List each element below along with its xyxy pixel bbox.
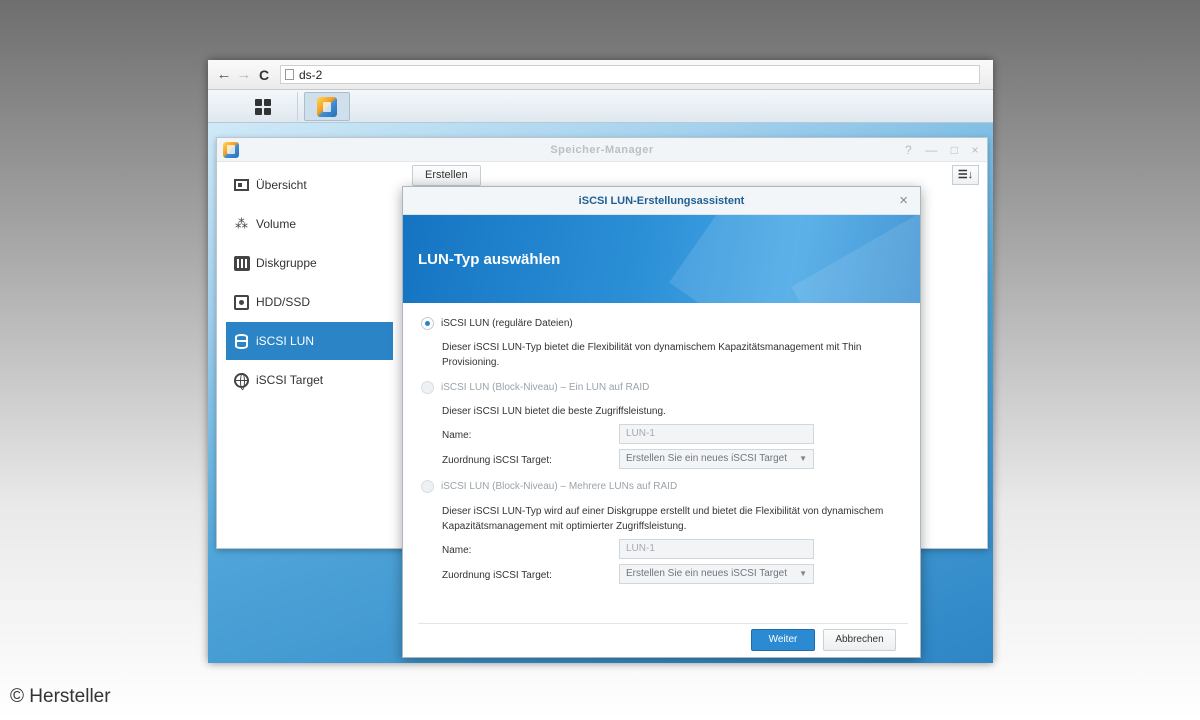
chevron-down-icon: ▼	[799, 454, 807, 463]
radio-regular-files[interactable]	[421, 317, 434, 330]
lun-creation-wizard: iSCSI LUN-Erstellungsassistent × LUN-Typ…	[402, 186, 921, 658]
sidebar-item-label: HDD/SSD	[256, 295, 311, 309]
arrow-left-icon[interactable]: ←	[214, 65, 234, 85]
diskgroup-icon	[233, 255, 250, 272]
database-icon	[233, 333, 250, 350]
dialog-title: iSCSI LUN-Erstellungsassistent	[578, 195, 745, 207]
cancel-button[interactable]: Abbrechen	[823, 629, 896, 651]
target-label: Zuordnung iSCSI Target:	[442, 570, 552, 581]
sidebar-item-iscsi-target[interactable]: iSCSI Target	[226, 361, 393, 399]
help-icon[interactable]: ?	[905, 138, 912, 162]
screen: ← → C ds-2 Speicher-Manager ? — □ × Über…	[208, 60, 993, 663]
option-block-multiple-luns[interactable]: iSCSI LUN (Block-Niveau) – Mehrere LUNs …	[421, 480, 677, 493]
sidebar: Übersicht ⁂ Volume Diskgruppe HDD/SSD iS…	[217, 162, 403, 548]
lun-name-input[interactable]: LUN-1	[619, 424, 814, 444]
wizard-banner: LUN-Typ auswählen	[403, 215, 920, 303]
next-button[interactable]: Weiter	[751, 629, 815, 651]
sidebar-item-iscsi-lun[interactable]: iSCSI LUN	[226, 322, 393, 360]
option-label: iSCSI LUN (Block-Niveau) – Ein LUN auf R…	[441, 382, 650, 393]
main-menu-icon	[254, 98, 271, 115]
target-select[interactable]: Erstellen Sie ein neues iSCSI Target ▼	[619, 564, 814, 584]
target-select[interactable]: Erstellen Sie ein neues iSCSI Target ▼	[619, 449, 814, 469]
dialog-titlebar[interactable]: iSCSI LUN-Erstellungsassistent ×	[403, 187, 920, 215]
arrow-right-icon[interactable]: →	[234, 65, 254, 85]
reload-icon[interactable]: C	[254, 65, 274, 85]
storage-manager-icon	[223, 142, 239, 158]
address-bar[interactable]: ds-2	[280, 65, 980, 84]
wizard-heading: LUN-Typ auswählen	[418, 251, 561, 268]
sort-button[interactable]: ☰↓	[952, 165, 979, 185]
option-description: Dieser iSCSI LUN-Typ wird auf einer Disk…	[442, 506, 884, 532]
minimize-icon[interactable]: —	[925, 138, 938, 162]
browser-toolbar: ← → C ds-2	[208, 60, 993, 90]
option-description: Dieser iSCSI LUN-Typ bietet die Flexibil…	[442, 342, 862, 368]
option-label: iSCSI LUN (Block-Niveau) – Mehrere LUNs …	[441, 481, 678, 492]
sidebar-item-diskgroup[interactable]: Diskgruppe	[226, 244, 393, 282]
sidebar-item-label: Volume	[256, 217, 297, 231]
target-label: Zuordnung iSCSI Target:	[442, 455, 552, 466]
close-icon[interactable]: ×	[971, 138, 979, 162]
sidebar-item-label: Diskgruppe	[256, 256, 317, 270]
name-label: Name:	[442, 545, 472, 556]
option-label: iSCSI LUN (reguläre Dateien)	[441, 318, 573, 329]
maximize-icon[interactable]: □	[951, 138, 959, 162]
overview-card-icon	[233, 177, 250, 194]
sidebar-item-label: iSCSI Target	[256, 373, 324, 387]
url-text: ds-2	[299, 67, 323, 82]
sidebar-item-volume[interactable]: ⁂ Volume	[226, 205, 393, 243]
window-title: Speicher-Manager	[550, 144, 654, 156]
taskbar	[208, 90, 993, 123]
copyright-notice: © Hersteller	[10, 686, 111, 707]
chevron-down-icon: ▼	[799, 569, 807, 578]
option-block-single-lun[interactable]: iSCSI LUN (Block-Niveau) – Ein LUN auf R…	[421, 381, 649, 394]
volume-cubes-icon: ⁂	[235, 216, 248, 231]
close-icon[interactable]: ×	[899, 187, 908, 215]
name-label: Name:	[442, 430, 472, 441]
storage-manager-icon	[317, 96, 337, 117]
globe-icon	[233, 372, 250, 390]
sidebar-item-label: iSCSI LUN	[256, 334, 315, 348]
radio-block-multiple-luns[interactable]	[421, 480, 434, 493]
target-select-value: Erstellen Sie ein neues iSCSI Target	[626, 568, 788, 579]
main-menu-button[interactable]	[228, 92, 298, 121]
sidebar-item-label: Übersicht	[256, 178, 307, 192]
lun-name-input[interactable]: LUN-1	[619, 539, 814, 559]
option-description: Dieser iSCSI LUN bietet die beste Zugrif…	[442, 406, 666, 417]
taskbar-storage-manager[interactable]	[304, 92, 350, 121]
sidebar-item-hdd-ssd[interactable]: HDD/SSD	[226, 283, 393, 321]
option-regular-files[interactable]: iSCSI LUN (reguläre Dateien)	[421, 317, 573, 330]
sidebar-item-overview[interactable]: Übersicht	[226, 166, 393, 204]
window-titlebar[interactable]: Speicher-Manager ? — □ ×	[217, 138, 987, 162]
page-icon	[285, 69, 294, 80]
target-select-value: Erstellen Sie ein neues iSCSI Target	[626, 453, 788, 464]
wizard-body: iSCSI LUN (reguläre Dateien) Dieser iSCS…	[403, 303, 920, 623]
hdd-icon	[233, 294, 250, 311]
create-button[interactable]: Erstellen	[412, 165, 481, 186]
radio-block-single-lun[interactable]	[421, 381, 434, 394]
dialog-footer-divider	[418, 623, 908, 624]
